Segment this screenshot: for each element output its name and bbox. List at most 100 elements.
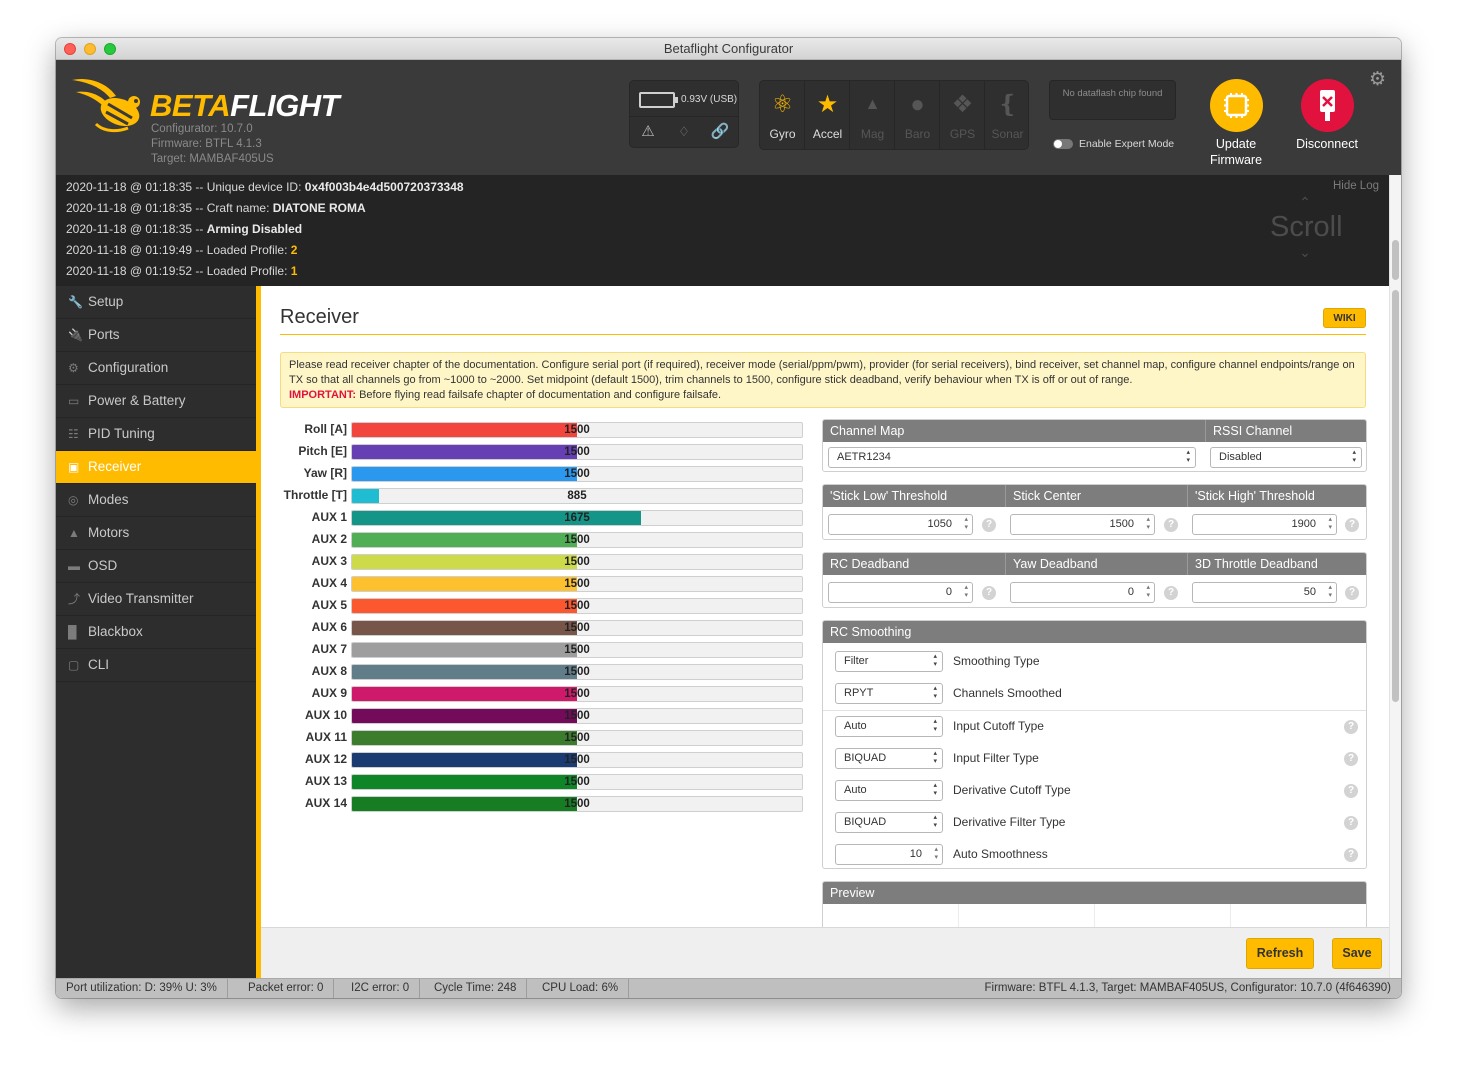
channel-bar: 1500 bbox=[351, 444, 803, 460]
auto-smoothness-input[interactable]: 10 bbox=[835, 844, 943, 865]
channel-label: AUX 8 bbox=[311, 664, 347, 678]
stick-high-input[interactable]: 1900 bbox=[1192, 514, 1337, 535]
channel-value: 1500 bbox=[564, 424, 590, 436]
channel-bar: 1500 bbox=[351, 598, 803, 614]
rssi-channel-select[interactable]: Disabled bbox=[1210, 447, 1362, 468]
stick-center-input[interactable]: 1500 bbox=[1010, 514, 1155, 535]
hide-log-link[interactable]: Hide Log bbox=[1333, 180, 1379, 192]
gps-icon: ❖ bbox=[951, 91, 974, 118]
yaw-deadband-input[interactable]: 0 bbox=[1010, 582, 1155, 603]
stick-low-input[interactable]: 1050 bbox=[828, 514, 973, 535]
help-icon[interactable]: ? bbox=[1344, 816, 1358, 830]
battery-icon bbox=[639, 92, 678, 108]
help-icon[interactable]: ? bbox=[982, 518, 996, 532]
channel-bar: 1500 bbox=[351, 708, 803, 724]
input-filter-type-select[interactable]: BIQUAD bbox=[835, 748, 943, 769]
stick-high-header: 'Stick High' Threshold bbox=[1187, 485, 1366, 507]
warning-icon: ⚠ bbox=[641, 123, 655, 140]
sidebar-item-motors[interactable]: ▲ Motors bbox=[56, 517, 256, 550]
channel-bar-row: AUX 5 1500 bbox=[280, 596, 810, 618]
derivative-filter-type-select[interactable]: BIQUAD bbox=[835, 812, 943, 833]
channel-map-input[interactable]: AETR1234 bbox=[828, 447, 1196, 468]
bee-logo-icon bbox=[72, 78, 140, 133]
channel-value: 1675 bbox=[564, 512, 590, 524]
link-icon: 🔗 bbox=[710, 123, 730, 140]
close-window-button[interactable] bbox=[64, 43, 76, 55]
sidebar-item-receiver[interactable]: ▣ Receiver bbox=[56, 451, 256, 484]
derivative-cutoff-type-select[interactable]: Auto bbox=[835, 780, 943, 801]
channel-bar: 1500 bbox=[351, 532, 803, 548]
maximize-window-button[interactable] bbox=[104, 43, 116, 55]
packet-error: Packet error: 0 bbox=[238, 979, 335, 998]
help-icon[interactable]: ? bbox=[1164, 586, 1178, 600]
settings-gear-icon[interactable]: ⚙ bbox=[1369, 68, 1386, 91]
channel-bar-row: AUX 8 1500 bbox=[280, 662, 810, 684]
sensor-baro: ● Baro bbox=[895, 81, 940, 149]
cycle-time: Cycle Time: 248 bbox=[424, 979, 528, 998]
rc-smoothing-panel: RC Smoothing Filter Smoothing Type RPYT … bbox=[822, 620, 1367, 869]
help-icon[interactable]: ? bbox=[1164, 518, 1178, 532]
sidebar-item-cli[interactable]: ▢ CLI bbox=[56, 649, 256, 682]
channel-bar: 1500 bbox=[351, 774, 803, 790]
save-button[interactable]: Save bbox=[1332, 938, 1382, 969]
rc-deadband-input[interactable]: 0 bbox=[828, 582, 973, 603]
channel-label: AUX 11 bbox=[305, 730, 347, 744]
channel-label: AUX 5 bbox=[311, 598, 347, 612]
yaw-deadband-header: Yaw Deadband bbox=[1005, 553, 1187, 575]
firmware-info: Firmware: BTFL 4.1.3, Target: MAMBAF405U… bbox=[984, 982, 1391, 994]
sidebar-item-modes[interactable]: ◎ Modes bbox=[56, 484, 256, 517]
toggle-switch[interactable] bbox=[1053, 139, 1073, 150]
channel-map-header: Channel Map bbox=[823, 420, 1205, 442]
terminal-icon: ▢ bbox=[68, 658, 80, 672]
smoothing-type-label: Smoothing Type bbox=[953, 654, 1040, 668]
help-icon[interactable]: ? bbox=[1345, 586, 1359, 600]
help-icon[interactable]: ? bbox=[1344, 784, 1358, 798]
input-cutoff-type-select[interactable]: Auto bbox=[835, 716, 943, 737]
remote-icon: ▣ bbox=[68, 460, 80, 474]
sidebar-item-ports[interactable]: 🔌 Ports bbox=[56, 319, 256, 352]
sensor-mag: ▲ Mag bbox=[850, 81, 895, 149]
channel-bar: 1500 bbox=[351, 554, 803, 570]
battery-icon: ▭ bbox=[68, 394, 80, 408]
channel-value: 1500 bbox=[564, 468, 590, 480]
refresh-button[interactable]: Refresh bbox=[1246, 938, 1314, 969]
chip-icon bbox=[1209, 79, 1263, 132]
sidebar-item-setup[interactable]: 🔧 Setup bbox=[56, 286, 256, 319]
help-icon[interactable]: ? bbox=[1345, 518, 1359, 532]
3d-throttle-deadband-input[interactable]: 50 bbox=[1192, 582, 1337, 603]
help-icon[interactable]: ? bbox=[982, 586, 996, 600]
log-scroll-thumb[interactable] bbox=[1392, 240, 1399, 280]
sidebar-item-configuration[interactable]: ⚙ Configuration bbox=[56, 352, 256, 385]
minimize-window-button[interactable] bbox=[84, 43, 96, 55]
battery-voltage: 0.93V (USB) bbox=[681, 94, 738, 105]
scrollbar[interactable] bbox=[1389, 175, 1401, 978]
help-icon[interactable]: ? bbox=[1344, 752, 1358, 766]
channel-bar: 1500 bbox=[351, 642, 803, 658]
content-scroll-thumb[interactable] bbox=[1392, 290, 1399, 702]
expert-mode-toggle[interactable]: Enable Expert Mode bbox=[1053, 138, 1174, 150]
wrench-icon: 🔧 bbox=[68, 295, 83, 309]
update-firmware-button[interactable]: Update Firmware bbox=[1191, 79, 1281, 168]
channel-value: 1500 bbox=[564, 776, 590, 788]
log-line: 2020-11-18 @ 01:18:35 -- Arming Disabled bbox=[66, 222, 303, 236]
gyro-icon: ⚛ bbox=[771, 91, 794, 118]
channel-value: 1500 bbox=[564, 600, 590, 612]
channel-bar: 1500 bbox=[351, 620, 803, 636]
sidebar-nav: 🔧 Setup 🔌 Ports ⚙ Configuration ▭ Power & Ba… bbox=[56, 286, 256, 978]
smoothing-type-select[interactable]: Filter bbox=[835, 651, 943, 672]
help-icon[interactable]: ? bbox=[1344, 848, 1358, 862]
help-icon[interactable]: ? bbox=[1344, 720, 1358, 734]
channel-bar-row: AUX 14 1500 bbox=[280, 794, 810, 816]
sidebar-item-pid-tuning[interactable]: ☷ PID Tuning bbox=[56, 418, 256, 451]
sidebar-item-power-battery[interactable]: ▭ Power & Battery bbox=[56, 385, 256, 418]
disconnect-button[interactable]: Disconnect bbox=[1282, 79, 1372, 152]
channel-bar: 1500 bbox=[351, 796, 803, 812]
wiki-button[interactable]: WIKI bbox=[1323, 308, 1366, 328]
mag-icon: ▲ bbox=[864, 96, 881, 113]
sonar-icon: ❴ bbox=[997, 91, 1018, 118]
channel-bar-row: Yaw [R] 1500 bbox=[280, 464, 810, 486]
sidebar-item-osd[interactable]: ▬ OSD bbox=[56, 550, 256, 583]
sidebar-item-video-transmitter[interactable]: ⤴ Video Transmitter bbox=[56, 583, 256, 616]
channels-smoothed-select[interactable]: RPYT bbox=[835, 683, 943, 704]
sidebar-item-blackbox[interactable]: █ Blackbox bbox=[56, 616, 256, 649]
